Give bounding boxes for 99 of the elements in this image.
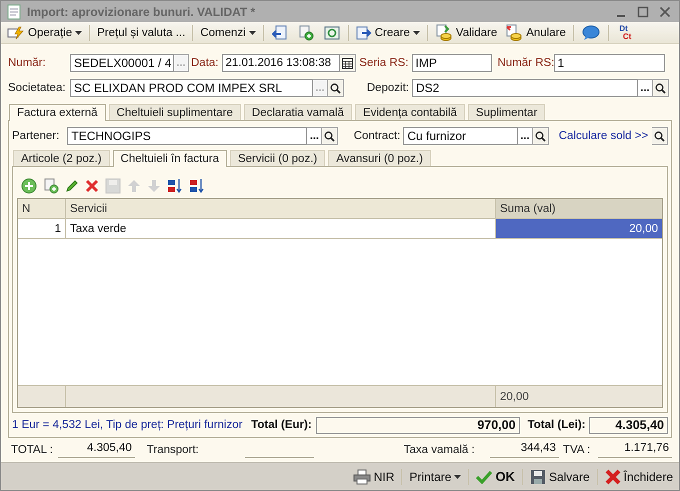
tab[interactable]: Suplimentar [468, 104, 546, 120]
browse-button[interactable]: ... [638, 79, 653, 97]
create-document-icon [356, 24, 372, 40]
import-icon [272, 24, 288, 40]
delete-icon [85, 179, 99, 193]
toolbar-button[interactable] [85, 179, 99, 193]
lightning-icon [7, 26, 25, 40]
input-field[interactable]: 1 [554, 54, 664, 72]
add-icon [21, 178, 37, 194]
floppy-icon [105, 178, 121, 194]
summary-value: 4.305,40 [58, 442, 135, 458]
speech-bubble-icon [582, 24, 600, 40]
table-cell[interactable]: 20,00 [496, 219, 662, 238]
tab[interactable]: Factura externă [9, 104, 106, 121]
summary-label: TVA : [562, 444, 592, 456]
action-button[interactable]: NIR [350, 468, 398, 484]
toolbar-button[interactable]: Anulare [502, 23, 569, 42]
field-label: Data: [191, 57, 220, 69]
calendar-button[interactable] [340, 54, 356, 72]
close-icon[interactable] [659, 6, 671, 18]
document-coins-icon [505, 24, 524, 42]
input-field[interactable]: SEDELX00001 / 4 [70, 54, 174, 72]
summary-label: TOTAL : [11, 444, 54, 456]
window-title: Import: aprovizionare bunuri. VALIDAT * [27, 4, 256, 18]
debit-credit-button[interactable]: Dt Ct [612, 23, 634, 42]
action-button[interactable]: Închidere [602, 468, 676, 484]
toolbar-button[interactable] [65, 179, 79, 193]
toolbar-button[interactable]: Validare [432, 23, 500, 42]
summary-value: 1.171,76 [598, 442, 672, 458]
menu-button[interactable]: Printare [406, 470, 464, 484]
exchange-rate-text: 1 Eur = 4,532 Lei, Tip de preț: Prețuri furnizor [12, 419, 244, 431]
browse-button[interactable]: ... [518, 127, 533, 145]
arrow-down-icon [147, 179, 161, 193]
summary-value: 344,43 [490, 442, 559, 458]
table-cell-text: 20,00 [499, 390, 530, 404]
tab[interactable]: Servicii (0 poz.) [230, 150, 326, 166]
toolbar-button[interactable] [43, 178, 59, 194]
floppy-icon [530, 468, 546, 484]
close-icon [604, 468, 621, 484]
column-header[interactable]: N [18, 199, 66, 218]
add-document-icon [298, 24, 314, 40]
total-label: Total (Eur): [250, 419, 313, 431]
tab[interactable]: Articole (2 poz.) [13, 150, 110, 166]
search-button[interactable] [652, 127, 668, 145]
input-field[interactable]: DS2 [412, 79, 638, 97]
action-button[interactable]: OK [473, 469, 518, 484]
column-header[interactable]: Suma (val) [496, 199, 662, 218]
field-label: Contract: [352, 130, 402, 142]
total-value: 4.305,40 [589, 416, 668, 434]
tab[interactable]: Declaratia vamală [244, 104, 352, 120]
field-label: Număr: [8, 57, 47, 69]
table-cell: 1 [18, 219, 66, 238]
menu-button[interactable]: Comenzi [197, 23, 259, 42]
document-icon [7, 4, 21, 20]
toolbar-button[interactable] [21, 178, 37, 194]
toolbar-button[interactable] [167, 178, 183, 194]
toolbar-button[interactable]: Prețul și valuta ... [94, 23, 188, 42]
field-label: Partener: [12, 130, 60, 142]
menu-button[interactable]: Operație [4, 23, 86, 42]
toolbar-button[interactable] [189, 178, 205, 194]
input-field[interactable]: IMP [412, 54, 492, 72]
tab[interactable]: Cheltuieli în factura [112, 150, 227, 167]
sort-icon [167, 178, 183, 194]
search-button[interactable] [328, 79, 344, 97]
input-field[interactable]: TECHNOGIPS [67, 127, 308, 145]
pencil-icon [65, 179, 79, 193]
tab[interactable]: Evidența contabilă [354, 104, 465, 120]
summary-label: Taxa vamală : [404, 444, 476, 456]
tab[interactable]: Cheltuieli suplimentare [108, 104, 241, 120]
maximize-icon[interactable] [637, 6, 649, 18]
sort-icon [189, 178, 205, 194]
input-field[interactable]: SC ELIXDAN PROD COM IMPEX SRL [70, 79, 313, 97]
caret-icon [248, 30, 256, 34]
summary-label: Transport: [146, 444, 200, 456]
total-label: Total (Lei): [526, 419, 586, 431]
field-label: Număr RS: [498, 57, 554, 69]
add-document-icon [43, 178, 59, 194]
date-field[interactable]: 21.01.2016 13:08:38 [222, 54, 340, 72]
tab[interactable]: Avansuri (0 poz.) [328, 150, 431, 166]
total-value: 970,00 [316, 416, 520, 434]
browse-button[interactable]: ... [307, 127, 322, 145]
search-button[interactable] [322, 127, 338, 145]
calculate-balance-link[interactable]: Calculare sold >> [558, 130, 648, 142]
action-button[interactable]: Salvare [526, 468, 593, 484]
document-coins-icon [434, 24, 453, 42]
caret-icon [75, 30, 82, 34]
printer-icon [352, 468, 371, 484]
arrow-up-icon [127, 179, 141, 193]
caret-icon [412, 30, 420, 34]
refresh-icon [324, 24, 340, 40]
field-label: Seria RS: [358, 57, 410, 69]
search-button[interactable] [653, 79, 669, 97]
field-label: Societatea: [8, 82, 67, 94]
menu-button[interactable]: Creare [352, 23, 423, 42]
search-button[interactable] [532, 127, 549, 145]
input-field[interactable]: Cu furnizor [403, 127, 518, 145]
field-label: Depozit: [366, 82, 410, 94]
caret-icon [454, 474, 462, 478]
check-icon [476, 470, 492, 484]
